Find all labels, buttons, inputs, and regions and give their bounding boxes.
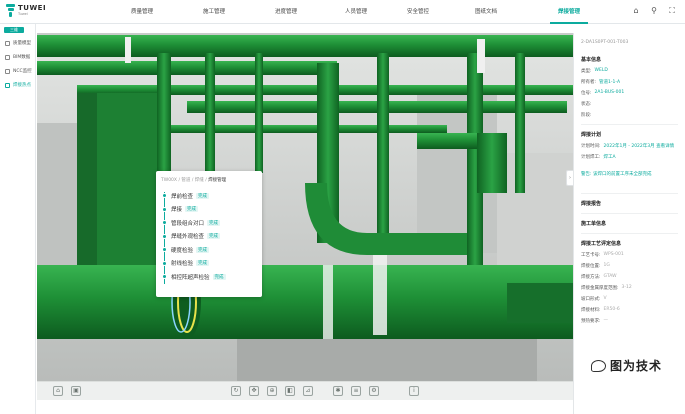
popup-current: 焊接管理	[208, 178, 227, 183]
nav-welding[interactable]: 焊接管理	[550, 0, 588, 24]
measure-icon[interactable]: ⊿	[303, 386, 313, 396]
weld-report-heading[interactable]: 焊接报告	[581, 200, 678, 209]
info-row: 预热要求: —	[581, 318, 609, 324]
step-item[interactable]: 射线检验 完成	[162, 257, 257, 271]
info-row: 所有者: 管道1-1-A	[581, 79, 621, 85]
nav-quality[interactable]: 质量管理	[120, 0, 164, 24]
step-item[interactable]: 相控阵超声检验 完成	[162, 270, 257, 284]
divider	[581, 233, 678, 234]
3d-model-viewport[interactable]: TW00X / 管道 / 焊缝 / 焊接管理 焊前检查 完成 焊接 完成 管段组合对…	[37, 33, 573, 381]
sidebar-item-label: BIM数据	[13, 55, 31, 60]
info-row: 焊接方法: GTAW	[581, 274, 617, 280]
brand-logo[interactable]: TUWEI Tuwei	[6, 4, 46, 17]
layers-icon	[5, 54, 10, 60]
status-badge: 完成	[196, 192, 210, 199]
brand-name: TUWEI	[18, 3, 47, 12]
section-icon[interactable]: ◧	[285, 386, 295, 396]
step-item[interactable]: 管段组合对口 完成	[162, 216, 257, 230]
pipe-model-render	[37, 33, 573, 381]
top-navigation-bar: TUWEI Tuwei 质量管理 施工管理 进度管理 人员管理 安全管控 图纸文…	[0, 0, 685, 24]
step-dot-icon	[162, 274, 167, 279]
status-badge: 完成	[185, 206, 199, 213]
rotate-icon[interactable]: ↻	[231, 386, 241, 396]
sidebar-item-label: 质量模型	[13, 41, 31, 46]
search-icon[interactable]: ⚲	[649, 6, 659, 16]
sidebar-item-label: 焊接热点	[13, 83, 31, 88]
step-dot-icon	[162, 220, 167, 225]
step-item[interactable]: 硬度检验 完成	[162, 243, 257, 257]
step-dot-icon	[162, 206, 167, 212]
info-row: 焊接材料: ER50-6	[581, 307, 620, 313]
sidebar-item-quality-model[interactable]: 质量模型	[0, 36, 35, 50]
nav-personnel[interactable]: 人员管理	[334, 0, 378, 24]
status-badge: 完成	[207, 233, 221, 240]
monitor-icon	[5, 68, 10, 74]
home-icon[interactable]: ⌂	[631, 6, 641, 16]
sidebar-item-bim-data[interactable]: BIM数据	[0, 50, 35, 64]
step-item[interactable]: 焊接 完成	[162, 203, 257, 217]
sidebar-item-label: NCC监控	[13, 69, 32, 74]
nav-safety[interactable]: 安全管控	[396, 0, 440, 24]
warning-row: 警告: 该焊口的前置工序未全部完成	[581, 168, 678, 179]
cube-view-icon[interactable]: ▣	[71, 386, 81, 396]
logo-icon	[6, 4, 15, 17]
info-row: 类型: WELD	[581, 68, 608, 74]
divider	[581, 193, 678, 194]
basic-info-heading: 基本信息	[581, 57, 602, 63]
step-item[interactable]: 焊缝外观检查 完成	[162, 230, 257, 244]
weld-plan-heading: 焊接计划	[581, 132, 602, 138]
brand-subtitle: Tuwei	[18, 11, 28, 16]
watermark: 图为技术	[591, 357, 662, 374]
info-row: 焊接位置: 1G	[581, 263, 610, 269]
step-dot-icon	[162, 233, 167, 239]
wechat-icon	[591, 359, 606, 372]
main-nav: 质量管理 施工管理 进度管理 人员管理 安全管控 图纸文档 焊接管理	[110, 0, 610, 24]
info-row: 状态:	[581, 101, 592, 107]
layers-icon[interactable]: ≡	[351, 386, 361, 396]
sidebar-header[interactable]: 三维	[4, 27, 24, 33]
info-row: 计划时间: 2022年1月 - 2022年3月 查看详情	[581, 143, 675, 149]
info-row: 阶段:	[581, 112, 592, 118]
panel-collapse-icon[interactable]: ›	[566, 170, 573, 186]
divider	[581, 213, 678, 214]
info-icon[interactable]: i	[409, 386, 419, 396]
weld-progress-popup: TW00X / 管道 / 焊缝 / 焊接管理 焊前检查 完成 焊接 完成 管段组合对…	[156, 171, 262, 297]
status-badge: 完成	[212, 273, 226, 280]
sidebar-item-ncc-monitor[interactable]: NCC监控	[0, 64, 35, 78]
left-sidebar: 三维 质量模型 BIM数据 NCC监控 焊接热点	[0, 24, 36, 414]
info-row: 计划焊工: 焊工A	[581, 154, 616, 160]
sidebar-item-weld-hotspot[interactable]: 焊接热点	[0, 78, 35, 92]
divider	[581, 124, 678, 125]
status-badge: 完成	[196, 246, 210, 253]
popup-breadcrumb: TW00X / 管道 / 焊缝 / 焊接管理	[161, 178, 227, 183]
info-row: 位号: 2A1-BUS-001	[581, 90, 625, 96]
home-view-icon[interactable]: ⌂	[53, 386, 63, 396]
step-item[interactable]: 焊前检查 完成	[162, 189, 257, 203]
weld-icon	[5, 82, 10, 88]
construction-info-heading[interactable]: 施工单信息	[581, 220, 678, 229]
info-row: 坡口形式: V	[581, 296, 607, 302]
info-row: 焊接金属厚度范围: 3-12	[581, 285, 632, 291]
status-badge: 完成	[207, 219, 221, 226]
pan-icon[interactable]: ✥	[249, 386, 259, 396]
weld-steps-list: 焊前检查 完成 焊接 完成 管段组合对口 完成 焊缝外观检查 完成 硬度检验 完成 射线检…	[161, 189, 257, 284]
explode-icon[interactable]: ✱	[333, 386, 343, 396]
nav-construction[interactable]: 施工管理	[192, 0, 236, 24]
status-badge: 完成	[196, 260, 210, 267]
weld-code: 2-DA1S0PT-001-T003	[581, 40, 629, 45]
process-info-heading: 焊接工艺评定信息	[581, 241, 622, 247]
zoom-icon[interactable]: ⊕	[267, 386, 277, 396]
step-dot-icon	[162, 260, 167, 266]
viewer-toolbar: ⌂ ▣ ↻ ✥ ⊕ ◧ ⊿ ✱ ≡ ⚙ i	[37, 381, 573, 400]
nav-documents[interactable]: 图纸文档	[464, 0, 508, 24]
step-dot-icon	[162, 247, 167, 252]
fullscreen-icon[interactable]: ⛶	[667, 6, 677, 16]
settings-icon[interactable]: ⚙	[369, 386, 379, 396]
warning-text: 警告: 该焊口的前置工序未全部完成	[581, 171, 652, 177]
nav-progress[interactable]: 进度管理	[264, 0, 308, 24]
step-dot-icon	[162, 193, 167, 198]
cube-icon	[5, 40, 10, 46]
info-row: 工艺卡号: WPS-001	[581, 252, 624, 258]
